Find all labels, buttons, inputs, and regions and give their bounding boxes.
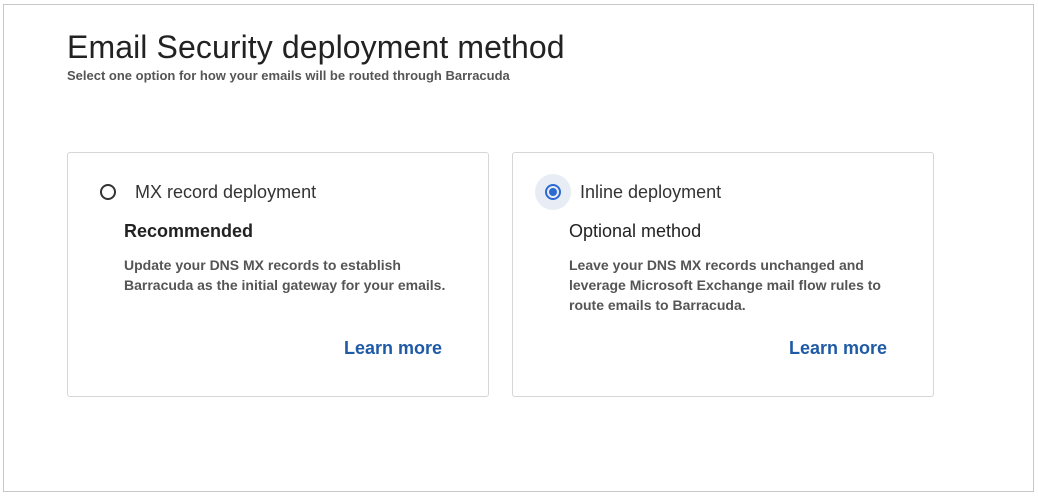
inline-option-tag: Optional method [569, 221, 702, 241]
mx-record-option-card[interactable]: MX record deployment Recommended Update … [67, 152, 489, 397]
inline-option-description: Leave your DNS MX records unchanged and … [569, 257, 881, 313]
inline-radio[interactable] [535, 174, 571, 210]
inline-learn-more-link[interactable]: Learn more [789, 337, 887, 359]
page-title: Email Security deployment method [67, 29, 565, 65]
radio-dot-icon [549, 188, 557, 196]
radio-checked-icon [545, 184, 561, 200]
radio-unchecked-icon [100, 184, 116, 200]
mx-record-option-tag: Recommended [124, 221, 254, 241]
inline-option-label: Inline deployment [580, 182, 722, 202]
mx-record-option-description: Update your DNS MX records to establish … [124, 257, 446, 293]
page-subtitle: Select one option for how your emails wi… [67, 68, 510, 83]
mx-record-radio[interactable] [90, 174, 126, 210]
inline-option-card[interactable]: Inline deployment Optional method Leave … [512, 152, 934, 397]
mx-record-option-label: MX record deployment [135, 182, 317, 202]
mx-record-learn-more-link[interactable]: Learn more [344, 337, 442, 359]
deployment-method-panel: Email Security deployment method Select … [3, 4, 1034, 492]
